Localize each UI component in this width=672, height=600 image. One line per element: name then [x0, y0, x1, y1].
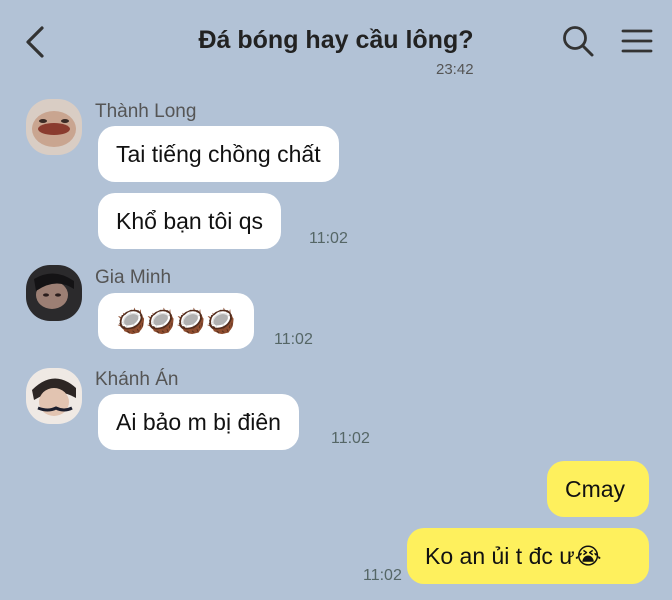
partial-timestamp: 23:42 — [436, 63, 474, 75]
my-message-bubble[interactable]: Cmay — [547, 461, 649, 517]
sender-name: Gia Minh — [95, 267, 172, 288]
sender-name: Thành Long — [95, 101, 197, 122]
message-bubble[interactable]: Ai bảo m bị điên — [98, 394, 299, 450]
emoji-bubble[interactable]: 🥥🥥🥥🥥 — [98, 293, 254, 349]
my-message-bubble[interactable]: Ko an ủi t đc ư😭 — [407, 528, 649, 584]
message-time: 11:02 — [274, 331, 313, 348]
search-icon[interactable] — [561, 24, 595, 58]
chat-header: Đá bóng hay cầu lông? 23:42 — [0, 0, 672, 84]
sender-name: Khánh Án — [95, 369, 179, 390]
avatar-thanh-long[interactable] — [26, 99, 82, 155]
menu-icon[interactable] — [620, 24, 654, 58]
message-bubble[interactable]: Tai tiếng chồng chất — [98, 126, 339, 182]
coconut-emoji: 🥥🥥🥥🥥 — [116, 308, 236, 335]
message-time: 11:02 — [309, 230, 348, 247]
message-time: 11:02 — [331, 430, 370, 447]
avatar-khanh-an[interactable] — [26, 368, 82, 424]
avatar-gia-minh[interactable] — [26, 265, 82, 321]
message-bubble[interactable]: Khổ bạn tôi qs — [98, 193, 282, 249]
message-time: 11:02 — [363, 567, 402, 584]
